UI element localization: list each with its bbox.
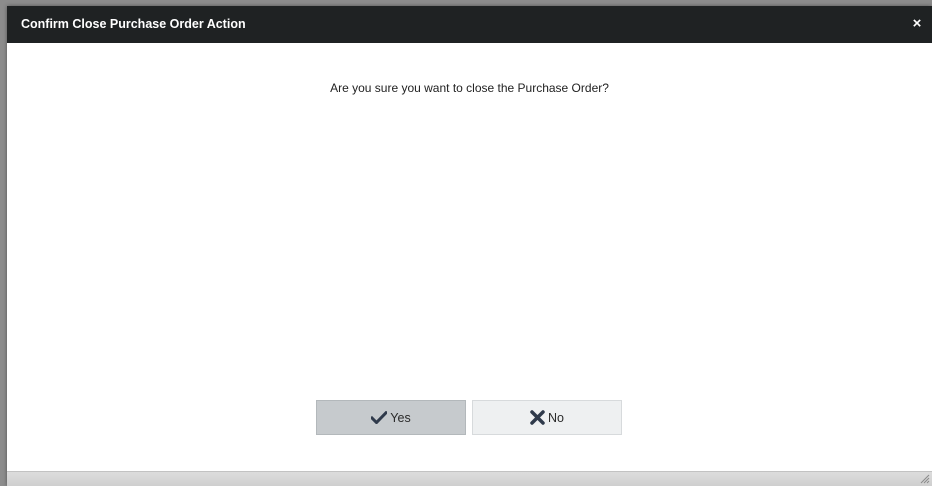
dialog-footer	[7, 471, 932, 486]
checkmark-icon	[371, 411, 388, 424]
dialog-content: Are you sure you want to close the Purch…	[7, 43, 932, 471]
dialog-titlebar[interactable]: Confirm Close Purchase Order Action ×	[7, 6, 932, 43]
confirm-message: Are you sure you want to close the Purch…	[330, 81, 609, 95]
no-button[interactable]: No	[472, 400, 622, 435]
dialog-title: Confirm Close Purchase Order Action	[21, 17, 246, 31]
x-icon	[530, 410, 545, 425]
resize-grip-icon[interactable]	[920, 474, 930, 484]
confirm-dialog: Confirm Close Purchase Order Action × Ar…	[7, 6, 932, 486]
yes-button[interactable]: Yes	[316, 400, 466, 435]
no-button-label: No	[548, 410, 564, 425]
close-icon[interactable]: ×	[910, 15, 924, 33]
yes-button-label: Yes	[390, 410, 411, 425]
